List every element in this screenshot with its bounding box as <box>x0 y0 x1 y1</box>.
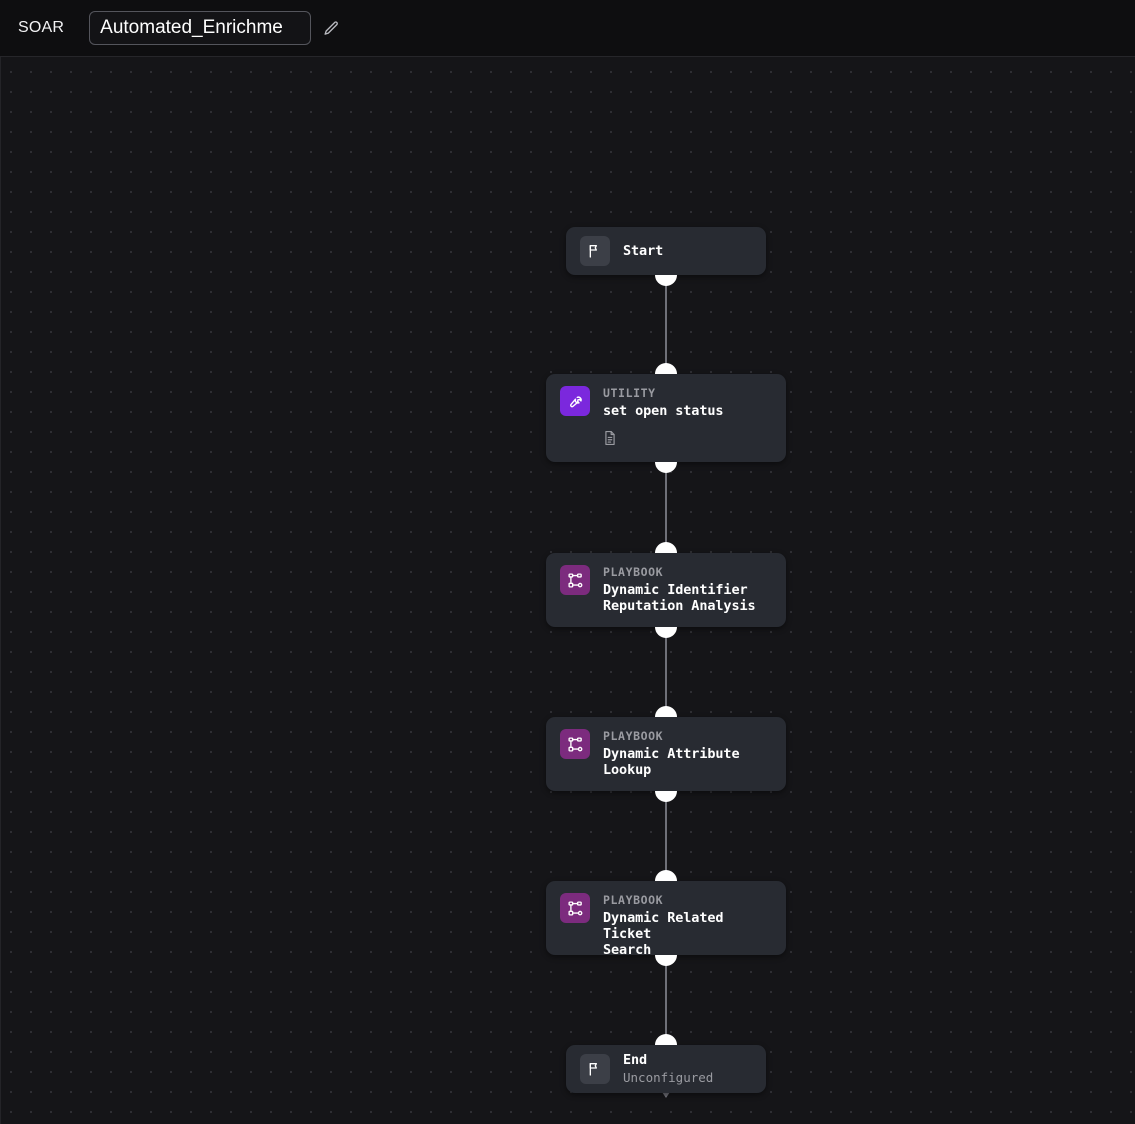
port-out[interactable] <box>655 462 677 473</box>
port-out[interactable] <box>655 791 677 802</box>
pencil-icon[interactable] <box>322 19 340 37</box>
node-title: Dynamic Identifier Reputation Analysis <box>603 582 756 614</box>
node-dynamic-identifier-reputation-analysis[interactable]: PLAYBOOK Dynamic Identifier Reputation A… <box>546 542 786 638</box>
app-label: SOAR <box>18 19 65 36</box>
node-status-label: Unconfigured <box>623 1070 714 1085</box>
node-kind-label: PLAYBOOK <box>603 565 664 579</box>
node-kind-label: UTILITY <box>603 386 656 400</box>
node-set-open-status[interactable]: UTILITY set open status <box>546 363 786 473</box>
playbook-editor: SOAR Start <box>0 0 1135 1124</box>
node-title: Start <box>623 242 664 259</box>
port-in[interactable] <box>655 1034 677 1045</box>
port-out[interactable] <box>655 955 677 966</box>
node-meta <box>603 430 772 451</box>
app-header: SOAR <box>0 0 1135 57</box>
node-title: set open status <box>603 403 724 419</box>
playbook-name-input[interactable] <box>89 11 312 45</box>
workflow-icon <box>560 729 590 759</box>
port-in[interactable] <box>655 706 677 717</box>
node-dynamic-related-ticket-search[interactable]: PLAYBOOK Dynamic Related Ticket Search <box>546 870 786 966</box>
node-title: Dynamic Related Ticket Search <box>603 910 724 958</box>
flag-icon <box>580 1054 610 1084</box>
port-out[interactable] <box>655 275 677 286</box>
flow-canvas[interactable]: Start UTILITY set open status PLAYBOOK D… <box>0 57 1135 1124</box>
workflow-icon <box>560 893 590 923</box>
workflow-icon <box>560 565 590 595</box>
port-in[interactable] <box>655 363 677 374</box>
port-in[interactable] <box>655 870 677 881</box>
port-out[interactable] <box>655 627 677 638</box>
flag-icon <box>580 236 610 266</box>
node-kind-label: PLAYBOOK <box>603 729 664 743</box>
node-kind-label: PLAYBOOK <box>603 893 664 907</box>
port-in[interactable] <box>655 542 677 553</box>
node-title: End <box>623 1052 648 1068</box>
node-start[interactable]: Start <box>566 227 766 286</box>
wrench-icon <box>560 386 590 416</box>
node-title: Dynamic Attribute Lookup <box>603 746 740 778</box>
node-dynamic-attribute-lookup[interactable]: PLAYBOOK Dynamic Attribute Lookup <box>546 706 786 802</box>
node-end[interactable]: End Unconfigured <box>566 1034 766 1093</box>
document-icon[interactable] <box>603 430 617 451</box>
